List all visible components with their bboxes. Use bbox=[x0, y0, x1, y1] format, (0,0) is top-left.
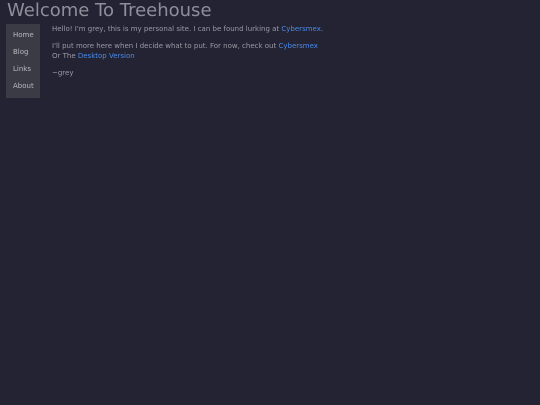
nav-item-blog[interactable]: Blog bbox=[6, 44, 40, 61]
intro-end: . bbox=[320, 25, 324, 33]
main-content: Hello! I'm grey, this is my personal sit… bbox=[52, 24, 522, 78]
nav-item-about[interactable]: About bbox=[6, 78, 40, 95]
nav-item-links[interactable]: Links bbox=[6, 61, 40, 78]
cybersmex-link-2[interactable]: Cybersmex bbox=[278, 42, 317, 50]
intro-paragraph: Hello! I'm grey, this is my personal sit… bbox=[52, 24, 522, 34]
site-title: Welcome To Treehouse bbox=[7, 0, 212, 21]
more-text: I'll put more here when I decide what to… bbox=[52, 42, 279, 50]
desktop-version-link[interactable]: Desktop Version bbox=[78, 52, 135, 60]
cybersmex-link[interactable]: Cybersmex bbox=[281, 25, 320, 33]
more-paragraph: I'll put more here when I decide what to… bbox=[52, 41, 522, 51]
or-text: Or The bbox=[52, 52, 78, 60]
intro-text: Hello! I'm grey, this is my personal sit… bbox=[52, 25, 282, 33]
signature: ~grey bbox=[52, 69, 74, 77]
nav-item-home[interactable]: Home bbox=[6, 27, 40, 44]
sidebar-nav: Home Blog Links About bbox=[6, 24, 40, 98]
desktop-paragraph: Or The Desktop Version bbox=[52, 51, 522, 61]
